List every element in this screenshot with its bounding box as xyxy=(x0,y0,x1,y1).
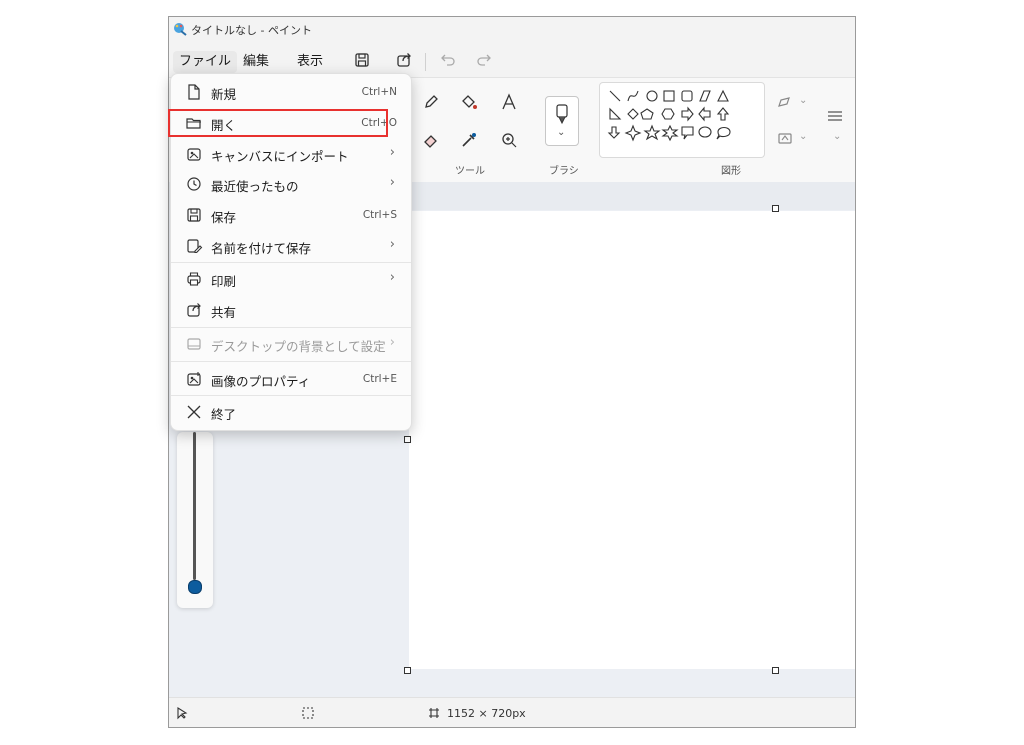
toolbar-separator xyxy=(425,53,426,71)
text-tool-icon[interactable] xyxy=(499,92,519,112)
brush-icon xyxy=(556,104,568,125)
cursor-icon xyxy=(177,707,188,720)
zoom-slider-track[interactable] xyxy=(193,432,196,580)
menu-item-share[interactable]: 共有 xyxy=(177,296,405,324)
zoom-slider-panel xyxy=(177,432,213,608)
shapes-group-label: 図形 xyxy=(721,166,741,177)
menu-item-shortcut: Ctrl+S xyxy=(362,209,397,221)
canvas-resize-handle[interactable] xyxy=(404,667,411,674)
window-title: タイトルなし - ペイント xyxy=(191,24,312,37)
menu-item-label: 共有 xyxy=(211,305,237,320)
tools-group-label: ツール xyxy=(455,166,485,177)
menu-separator xyxy=(171,262,411,263)
save-icon[interactable] xyxy=(353,51,371,69)
chevron-right-icon: › xyxy=(389,237,395,252)
menu-item-label: 最近使ったもの xyxy=(211,179,299,194)
zoom-slider-thumb[interactable] xyxy=(188,580,202,594)
selection-icon xyxy=(302,707,314,719)
share-icon[interactable] xyxy=(395,51,413,69)
shapes-icon xyxy=(607,89,731,142)
color-picker-icon[interactable] xyxy=(459,130,479,150)
share-icon xyxy=(187,303,201,317)
menu-item-label: 名前を付けて保存 xyxy=(211,241,312,256)
pencil-icon[interactable] xyxy=(421,92,441,112)
print-icon xyxy=(187,272,201,286)
canvas-size-text: 1152 × 720px xyxy=(447,707,526,720)
menu-item-import-to-canvas[interactable]: キャンバスにインポート › xyxy=(177,140,405,168)
menu-item-label: デスクトップの背景として設定 xyxy=(211,339,386,354)
new-file-icon xyxy=(188,84,200,100)
menu-item-label: 終了 xyxy=(211,407,237,422)
menu-item-recent[interactable]: 最近使ったもの › xyxy=(177,170,405,198)
canvas-resize-handle[interactable] xyxy=(772,667,779,674)
chevron-down-icon: ⌄ xyxy=(799,131,808,142)
save-as-icon xyxy=(187,239,203,254)
menu-separator xyxy=(171,327,411,328)
chevron-down-icon: ⌄ xyxy=(833,131,842,142)
canvas-size-icon xyxy=(429,708,439,718)
undo-icon[interactable] xyxy=(439,51,457,69)
menu-item-label: 印刷 xyxy=(211,274,237,289)
menu-bar: ファイル 編集 表示 xyxy=(169,43,855,77)
outline-icon[interactable] xyxy=(775,92,795,112)
menu-item-new[interactable]: 新規 Ctrl+N xyxy=(177,78,405,106)
close-icon xyxy=(187,405,201,419)
chevron-right-icon: › xyxy=(389,175,395,190)
chevron-down-icon: ⌄ xyxy=(799,95,808,106)
open-item-highlight-box xyxy=(168,109,388,137)
menu-item-print[interactable]: 印刷 › xyxy=(177,265,405,293)
image-properties-icon xyxy=(187,372,201,386)
drawing-canvas[interactable] xyxy=(409,211,855,669)
magnifier-icon[interactable] xyxy=(499,130,519,150)
status-bar: 1152 × 720px xyxy=(169,697,855,727)
menu-item-label: 新規 xyxy=(211,87,237,102)
brush-selector[interactable]: ⌄ xyxy=(545,96,579,146)
desktop-background-icon xyxy=(187,338,201,350)
chevron-right-icon: › xyxy=(389,145,395,160)
menu-item-image-properties[interactable]: 画像のプロパティ Ctrl+E xyxy=(177,365,405,393)
menu-view[interactable]: 表示 xyxy=(291,51,329,73)
menu-item-set-desktop-background: デスクトップの背景として設定 › xyxy=(177,330,405,358)
paint-app-icon xyxy=(174,23,187,36)
menu-item-shortcut: Ctrl+E xyxy=(362,373,397,385)
import-icon xyxy=(187,148,201,161)
menu-item-shortcut: Ctrl+N xyxy=(361,86,397,98)
chevron-right-icon: › xyxy=(389,270,395,285)
shapes-gallery[interactable] xyxy=(599,82,765,158)
menu-edit[interactable]: 編集 xyxy=(237,51,275,73)
size-icon[interactable] xyxy=(825,106,845,126)
eraser-icon[interactable] xyxy=(421,130,441,150)
brush-group-label: ブラシ xyxy=(549,166,579,177)
save-icon xyxy=(187,208,201,222)
menu-separator xyxy=(171,395,411,396)
redo-icon[interactable] xyxy=(475,51,493,69)
chevron-down-icon: ⌄ xyxy=(557,127,566,138)
menu-item-label: 画像のプロパティ xyxy=(211,374,311,389)
shape-fill-icon[interactable] xyxy=(775,128,795,148)
menu-item-save[interactable]: 保存 Ctrl+S xyxy=(177,201,405,229)
menu-item-exit[interactable]: 終了 xyxy=(177,398,405,426)
title-bar: タイトルなし - ペイント xyxy=(169,17,855,43)
menu-separator xyxy=(171,361,411,362)
fill-bucket-icon[interactable] xyxy=(459,92,479,112)
menu-file[interactable]: ファイル xyxy=(173,51,238,73)
canvas-resize-handle[interactable] xyxy=(404,436,411,443)
menu-item-label: キャンバスにインポート xyxy=(211,149,349,164)
canvas-resize-handle[interactable] xyxy=(772,205,779,212)
chevron-right-icon: › xyxy=(389,335,395,350)
menu-item-save-as[interactable]: 名前を付けて保存 › xyxy=(177,232,405,260)
recent-clock-icon xyxy=(187,177,201,191)
menu-item-label: 保存 xyxy=(211,210,237,225)
